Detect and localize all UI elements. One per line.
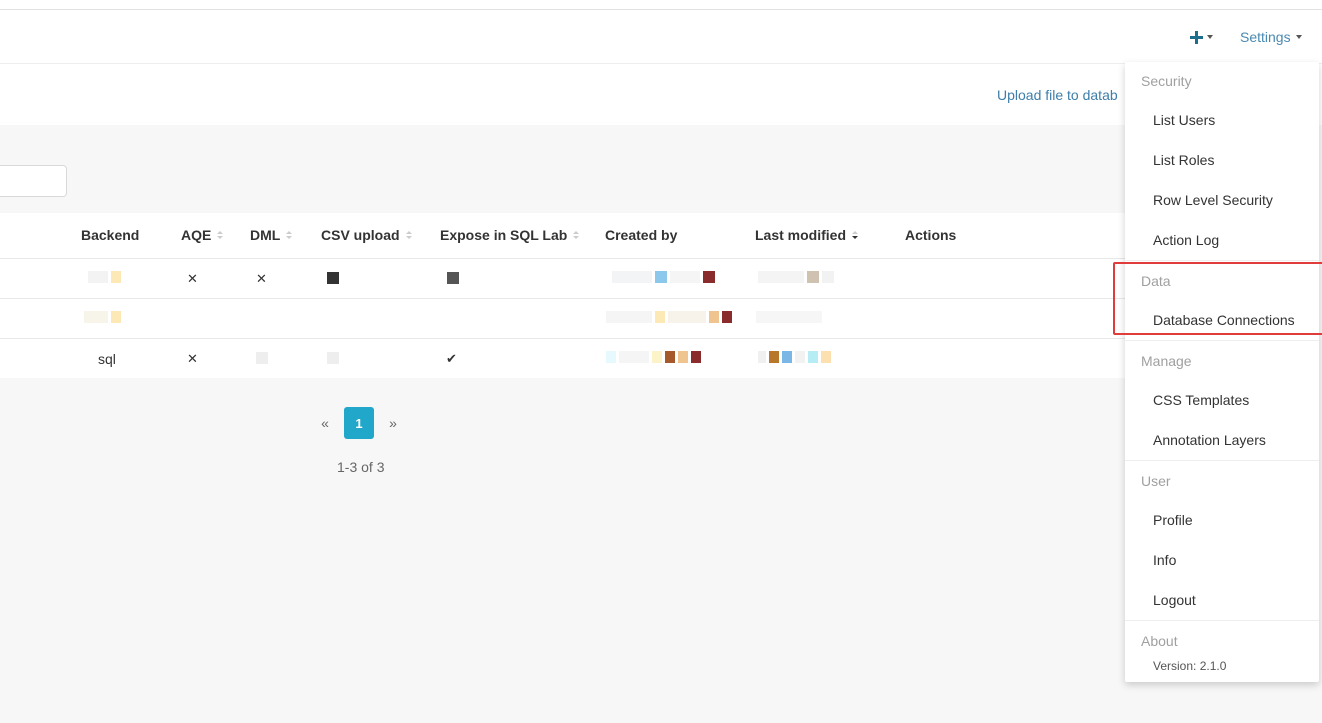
menu-item-logout[interactable]: Logout <box>1153 592 1196 608</box>
column-actions: Actions <box>905 227 957 243</box>
pagination: « 1 » <box>310 407 408 439</box>
menu-divider <box>1125 620 1319 621</box>
aqe-cell: ✕ <box>187 351 198 366</box>
navbar: Settings <box>0 10 1322 64</box>
last-modified-cell <box>756 311 822 323</box>
dml-cell <box>256 351 268 367</box>
upload-file-link[interactable]: Upload file to datab <box>997 87 1118 103</box>
prev-page-button[interactable]: « <box>310 415 340 431</box>
pagination-count: 1-3 of 3 <box>337 459 385 475</box>
column-csv-upload[interactable]: CSV upload <box>321 227 412 243</box>
column-aqe[interactable]: AQE <box>181 227 224 243</box>
menu-group-user: User <box>1141 473 1171 489</box>
settings-menu-button[interactable]: Settings <box>1240 27 1302 47</box>
table-row[interactable]: ✕ ✕ <box>0 258 1130 298</box>
menu-divider <box>1125 260 1319 261</box>
menu-group-data: Data <box>1141 273 1171 289</box>
plus-icon <box>1190 30 1203 44</box>
column-expose-sql-lab[interactable]: Expose in SQL Lab <box>440 227 580 243</box>
column-created-by[interactable]: Created by <box>605 227 677 243</box>
aqe-cell: ✕ <box>187 271 198 286</box>
menu-item-action-log[interactable]: Action Log <box>1153 232 1219 248</box>
sort-icon <box>217 231 224 239</box>
settings-label: Settings <box>1240 29 1291 45</box>
add-menu-button[interactable] <box>1190 27 1213 47</box>
last-modified-cell <box>758 271 834 283</box>
page-1-button[interactable]: 1 <box>344 407 374 439</box>
csv-upload-cell <box>327 271 339 287</box>
column-last-modified[interactable]: Last modified <box>755 227 859 243</box>
expose-sql-lab-cell: ✔ <box>446 351 457 366</box>
menu-group-manage: Manage <box>1141 353 1192 369</box>
column-dml[interactable]: DML <box>250 227 293 243</box>
sort-icon <box>573 231 580 239</box>
caret-down-icon <box>1207 35 1213 39</box>
settings-dropdown-menu: Security List Users List Roles Row Level… <box>1125 62 1319 682</box>
sort-desc-icon <box>852 231 859 239</box>
next-page-button[interactable]: » <box>378 415 408 431</box>
last-modified-cell <box>758 351 831 363</box>
top-strip <box>0 0 1322 10</box>
created-by-cell <box>612 271 715 283</box>
backend-cell <box>84 311 121 323</box>
expose-sql-lab-cell <box>447 271 459 287</box>
created-by-cell <box>606 311 732 323</box>
menu-divider <box>1125 460 1319 461</box>
menu-group-about: About <box>1141 633 1178 649</box>
backend-cell <box>88 271 121 283</box>
dml-cell: ✕ <box>256 271 267 286</box>
csv-upload-cell <box>327 351 339 367</box>
sort-icon <box>286 231 293 239</box>
table-row[interactable]: sql ✕ ✔ <box>0 338 1130 378</box>
version-text: Version: 2.1.0 <box>1153 659 1227 673</box>
menu-group-security: Security <box>1141 73 1192 89</box>
table-row[interactable] <box>0 298 1130 338</box>
menu-item-list-roles[interactable]: List Roles <box>1153 152 1214 168</box>
table-header: Backend AQE DML CSV upload Expose in SQL… <box>0 213 1130 258</box>
menu-item-profile[interactable]: Profile <box>1153 512 1193 528</box>
caret-down-icon <box>1295 35 1302 39</box>
database-table: Backend AQE DML CSV upload Expose in SQL… <box>0 213 1130 378</box>
menu-item-list-users[interactable]: List Users <box>1153 112 1215 128</box>
sort-icon <box>405 231 412 239</box>
backend-cell: sql <box>98 351 116 367</box>
column-backend[interactable]: Backend <box>81 227 139 243</box>
sub-header: Upload file to datab <box>0 64 1322 125</box>
menu-item-annotation-layers[interactable]: Annotation Layers <box>1153 432 1266 448</box>
search-input[interactable] <box>0 165 67 197</box>
menu-item-database-connections[interactable]: Database Connections <box>1153 312 1295 328</box>
menu-item-css-templates[interactable]: CSS Templates <box>1153 392 1249 408</box>
menu-item-info[interactable]: Info <box>1153 552 1176 568</box>
created-by-cell <box>606 351 701 363</box>
menu-item-row-level-security[interactable]: Row Level Security <box>1153 192 1273 208</box>
menu-divider <box>1125 340 1319 341</box>
